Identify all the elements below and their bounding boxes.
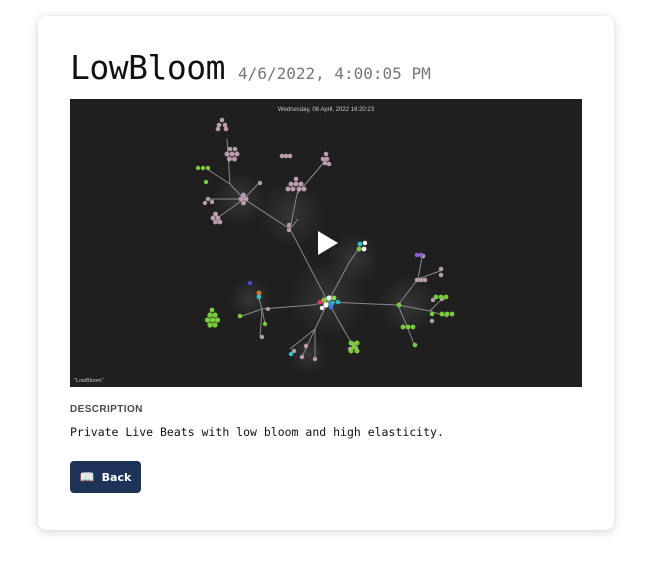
video-watermark: "LowBloom" [74,378,104,384]
video-player[interactable]: Wednesday, 06 April, 2022 16:20:23 "LowB… [70,99,582,387]
description-text: Private Live Beats with low bloom and hi… [70,425,444,439]
video-overlay-date: Wednesday, 06 April, 2022 16:20:23 [278,107,375,113]
back-button-label: Back [101,470,132,484]
video-frame: Wednesday, 06 April, 2022 16:20:23 "LowB… [74,107,455,384]
page-header: LowBloom 4/6/2022, 4:00:05 PM [70,48,431,87]
page-title: LowBloom [70,48,225,87]
back-button[interactable]: 📖 Back [70,461,141,493]
description-label: DESCRIPTION [70,404,143,415]
book-icon: 📖 [79,470,95,484]
timestamp: 4/6/2022, 4:00:05 PM [238,64,431,83]
glow-halos [212,171,438,374]
content-card: LowBloom 4/6/2022, 4:00:05 PM Wednesday,… [38,16,614,530]
